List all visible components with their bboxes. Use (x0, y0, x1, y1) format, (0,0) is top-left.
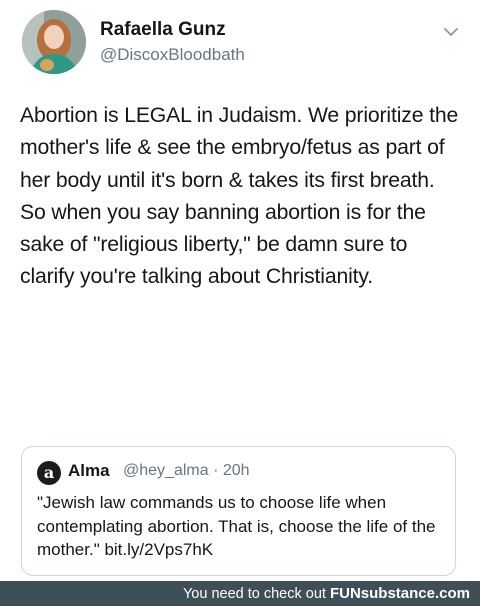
footer-brand: FUNsubstance.com (329, 585, 470, 602)
alma-logo-letter: a (43, 463, 55, 482)
display-name[interactable]: Rafaella Gunz (100, 19, 226, 41)
quoted-handle-time: @hey_alma · 20h (123, 462, 250, 479)
chevron-down-icon[interactable] (441, 24, 461, 40)
avatar[interactable] (22, 10, 86, 74)
tweet-text: Abortion is LEGAL in Judaism. We priorit… (20, 104, 459, 289)
quoted-tweet-text: "Jewish law commands us to choose life w… (37, 493, 436, 559)
quoted-tweet-card[interactable]: a Alma @hey_alma · 20h "Jewish law comma… (21, 446, 456, 576)
footer-text: You need to check out FUNsubstance.com (183, 585, 470, 602)
quoted-display-name: Alma (68, 461, 110, 480)
alma-logo-icon: a (37, 461, 61, 485)
avatar-photo-icon (22, 10, 86, 74)
tweet-header: Rafaella Gunz @DiscoxBloodbath (0, 0, 480, 90)
footer-prefix: You need to check out (182, 586, 330, 602)
user-handle[interactable]: @DiscoxBloodbath (100, 45, 245, 65)
watermark-footer: You need to check out FUNsubstance.com (0, 581, 480, 606)
